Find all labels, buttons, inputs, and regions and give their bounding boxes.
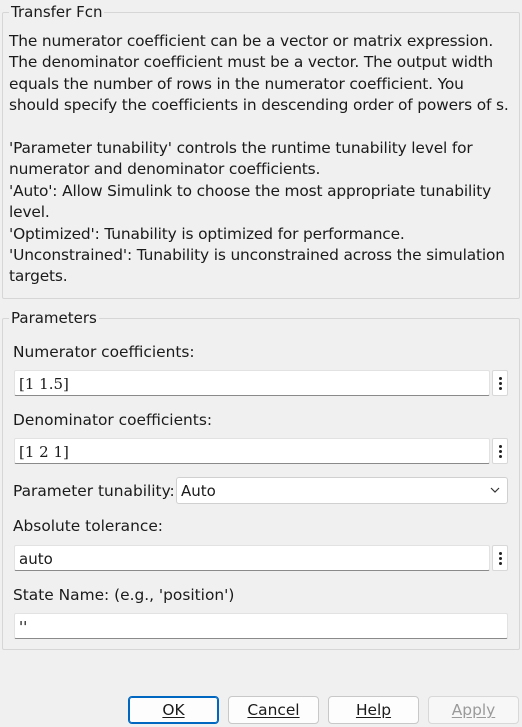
numerator-label: Numerator coefficients:	[13, 343, 195, 361]
description-paragraph-2: 'Parameter tunability' controls the runt…	[9, 139, 505, 286]
abs-tol-label: Absolute tolerance:	[13, 517, 163, 535]
description-text: The numerator coefficient can be a vecto…	[9, 31, 513, 288]
denominator-menu-button[interactable]	[492, 438, 508, 464]
tunability-dropdown[interactable]: Auto	[176, 477, 508, 504]
numerator-input[interactable]: [1 1.5]	[14, 370, 490, 396]
chevron-down-icon	[490, 487, 500, 493]
vertical-ellipsis-icon	[498, 444, 502, 448]
denominator-input[interactable]: [1 2 1]	[14, 438, 490, 464]
description-paragraph-1: The numerator coefficient can be a vecto…	[9, 32, 509, 115]
apply-button[interactable]: Apply	[428, 696, 519, 724]
state-name-label: State Name: (e.g., 'position')	[13, 586, 235, 604]
vertical-ellipsis-icon	[498, 376, 502, 380]
cancel-button[interactable]: Cancel	[228, 696, 319, 724]
description-panel-title: Transfer Fcn	[11, 3, 103, 21]
tunability-selected-value: Auto	[181, 482, 216, 500]
vertical-ellipsis-icon	[498, 551, 502, 555]
denominator-label: Denominator coefficients:	[13, 411, 213, 429]
help-button[interactable]: Help	[328, 696, 419, 724]
numerator-menu-button[interactable]	[492, 370, 508, 396]
parameters-panel-title: Parameters	[11, 309, 97, 327]
state-name-input[interactable]: ''	[14, 613, 508, 639]
abs-tol-menu-button[interactable]	[492, 545, 508, 571]
tunability-label: Parameter tunability:	[13, 482, 175, 500]
abs-tol-input[interactable]: auto	[14, 545, 490, 571]
ok-button[interactable]: OK	[128, 696, 219, 724]
